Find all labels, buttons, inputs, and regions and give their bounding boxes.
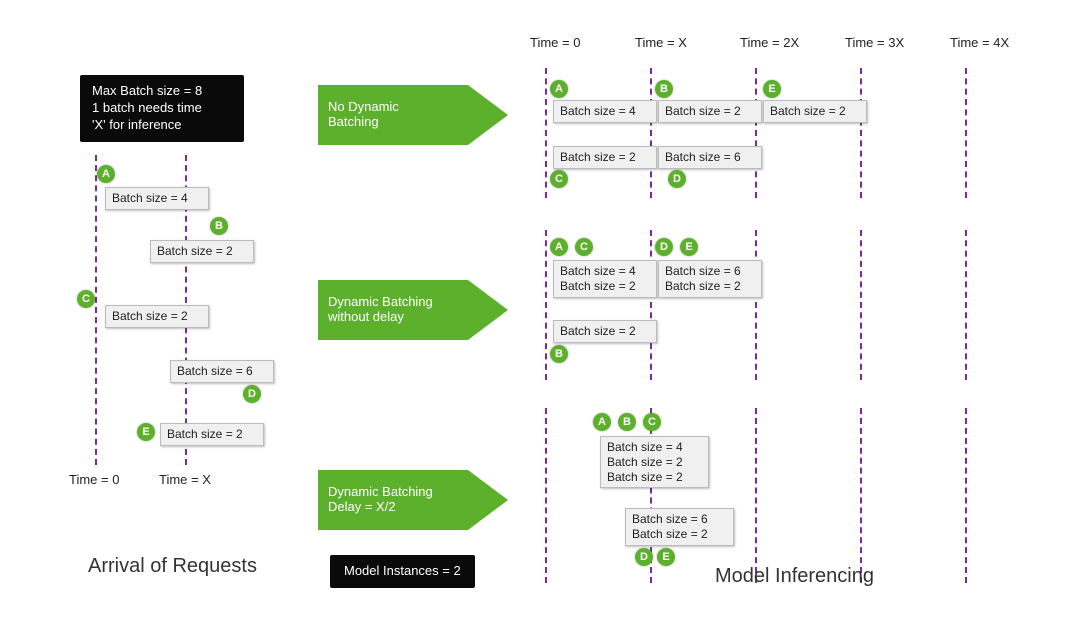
left-tick-X-label: Time = X: [159, 472, 239, 487]
rt-2: Time = 2X: [740, 35, 799, 50]
s3-m-D: D: [635, 548, 653, 566]
s1-m-D: D: [668, 170, 686, 188]
batch-D: Batch size = 6: [170, 360, 274, 383]
s3-b-ABC: Batch size = 4 Batch size = 2 Batch size…: [600, 436, 709, 488]
s1-m-B: B: [655, 80, 673, 98]
arrow-dyn-nodelay: Dynamic Batching without delay: [318, 280, 508, 340]
s2-b-B: Batch size = 2: [553, 320, 657, 343]
arrow-no-dynamic: No Dynamic Batching: [318, 85, 508, 145]
s3-b-DE: Batch size = 6 Batch size = 2: [625, 508, 734, 546]
batch-B: Batch size = 2: [150, 240, 254, 263]
arrival-title: Arrival of Requests: [88, 555, 257, 578]
s2-b-DE: Batch size = 6 Batch size = 2: [658, 260, 762, 298]
s1-b-A: Batch size = 4: [553, 100, 657, 123]
model-instances-box: Model Instances = 2: [330, 555, 475, 588]
rt-4: Time = 4X: [950, 35, 1009, 50]
s3-m-B: B: [618, 413, 636, 431]
s2-m-A: A: [550, 238, 568, 256]
arrow-dyn-delay: Dynamic Batching Delay = X/2: [318, 470, 508, 530]
marker-B: B: [210, 217, 228, 235]
arrival-timeline: Time = 0 Time = X A Batch size = 4 B Bat…: [95, 155, 245, 465]
marker-C: C: [77, 290, 95, 308]
rt-0: Time = 0: [530, 35, 580, 50]
info-line2: 1 batch needs time: [92, 100, 232, 117]
rt-3: Time = 3X: [845, 35, 904, 50]
batch-A: Batch size = 4: [105, 187, 209, 210]
s2-m-D: D: [655, 238, 673, 256]
s3-m-C: C: [643, 413, 661, 431]
s2-m-E: E: [680, 238, 698, 256]
arrow-dyn-delay-label: Dynamic Batching Delay = X/2: [328, 485, 433, 515]
s1-b-D: Batch size = 6: [658, 146, 762, 169]
rt-1: Time = X: [635, 35, 687, 50]
marker-D: D: [243, 385, 261, 403]
s3-m-A: A: [593, 413, 611, 431]
s1-b-B: Batch size = 2: [658, 100, 762, 123]
batch-C: Batch size = 2: [105, 305, 209, 328]
info-line3: 'X' for inference: [92, 117, 232, 134]
s1-m-E: E: [763, 80, 781, 98]
scenario-dyn-delay: A B C Batch size = 4 Batch size = 2 Batc…: [545, 408, 1065, 583]
s1-m-C: C: [550, 170, 568, 188]
marker-A: A: [97, 165, 115, 183]
s2-m-C: C: [575, 238, 593, 256]
info-box: Max Batch size = 8 1 batch needs time 'X…: [80, 75, 244, 142]
s2-m-B: B: [550, 345, 568, 363]
batch-E: Batch size = 2: [160, 423, 264, 446]
info-line1: Max Batch size = 8: [92, 83, 232, 100]
s1-b-C: Batch size = 2: [553, 146, 657, 169]
arrow-dyn-nodelay-label: Dynamic Batching without delay: [328, 295, 433, 325]
s3-m-E: E: [657, 548, 675, 566]
scenario-dyn-nodelay: A C Batch size = 4 Batch size = 2 D E Ba…: [545, 230, 1065, 380]
left-tick-0-label: Time = 0: [69, 472, 149, 487]
s2-b-AC: Batch size = 4 Batch size = 2: [553, 260, 657, 298]
s1-m-A: A: [550, 80, 568, 98]
marker-E: E: [137, 423, 155, 441]
arrow-no-dynamic-label: No Dynamic Batching: [328, 100, 399, 130]
inference-title: Model Inferencing: [715, 565, 874, 588]
scenario-no-dynamic: A Batch size = 4 B Batch size = 2 E Batc…: [545, 68, 1065, 198]
s1-b-E: Batch size = 2: [763, 100, 867, 123]
